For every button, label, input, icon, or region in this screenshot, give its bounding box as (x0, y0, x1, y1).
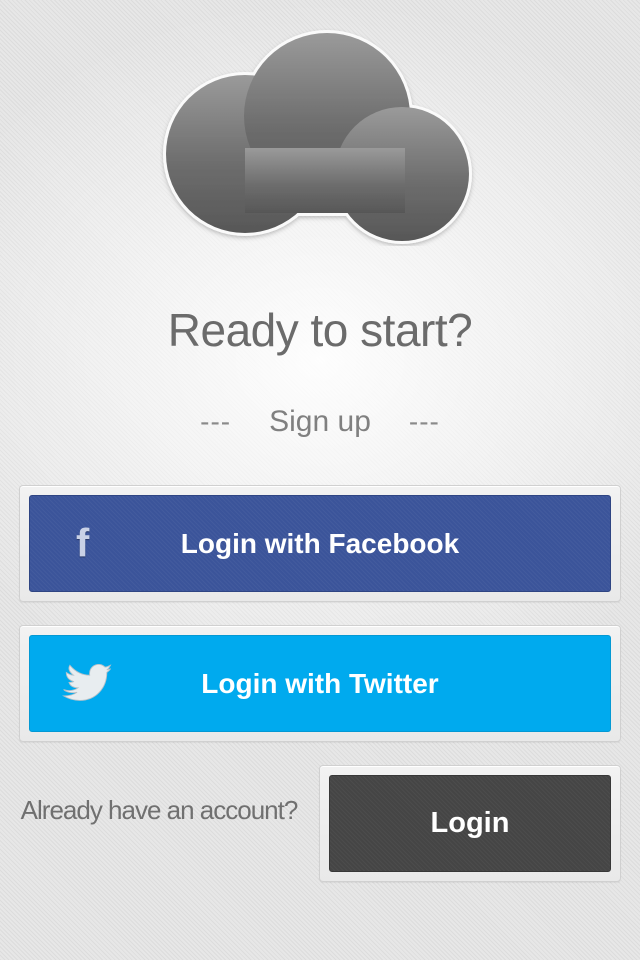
divider-dash-left: --- (200, 406, 232, 437)
facebook-icon: f (60, 521, 89, 566)
signup-divider: --- Sign up --- (0, 402, 640, 442)
page-title: Ready to start? (167, 304, 473, 356)
login-with-twitter-button[interactable]: Login with Twitter (29, 635, 611, 732)
cloud-icon (163, 30, 472, 244)
login-button-label: Login (430, 807, 510, 839)
login-with-facebook-button[interactable]: f Login with Facebook (29, 495, 611, 592)
login-button[interactable]: Login (329, 775, 611, 872)
twitter-bird-icon (60, 663, 116, 704)
already-have-account-label: Already have an account? (20, 795, 299, 825)
facebook-button-label: Login with Facebook (180, 527, 460, 559)
twitter-button-label: Login with Twitter (201, 667, 439, 699)
divider-dash-right: --- (408, 406, 440, 437)
signup-label: Sign up (269, 405, 371, 438)
facebook-icon-glyph: f (76, 521, 90, 565)
twitter-button-frame: Login with Twitter (19, 625, 621, 742)
login-button-frame: Login (319, 765, 621, 882)
facebook-button-frame: f Login with Facebook (19, 485, 621, 602)
